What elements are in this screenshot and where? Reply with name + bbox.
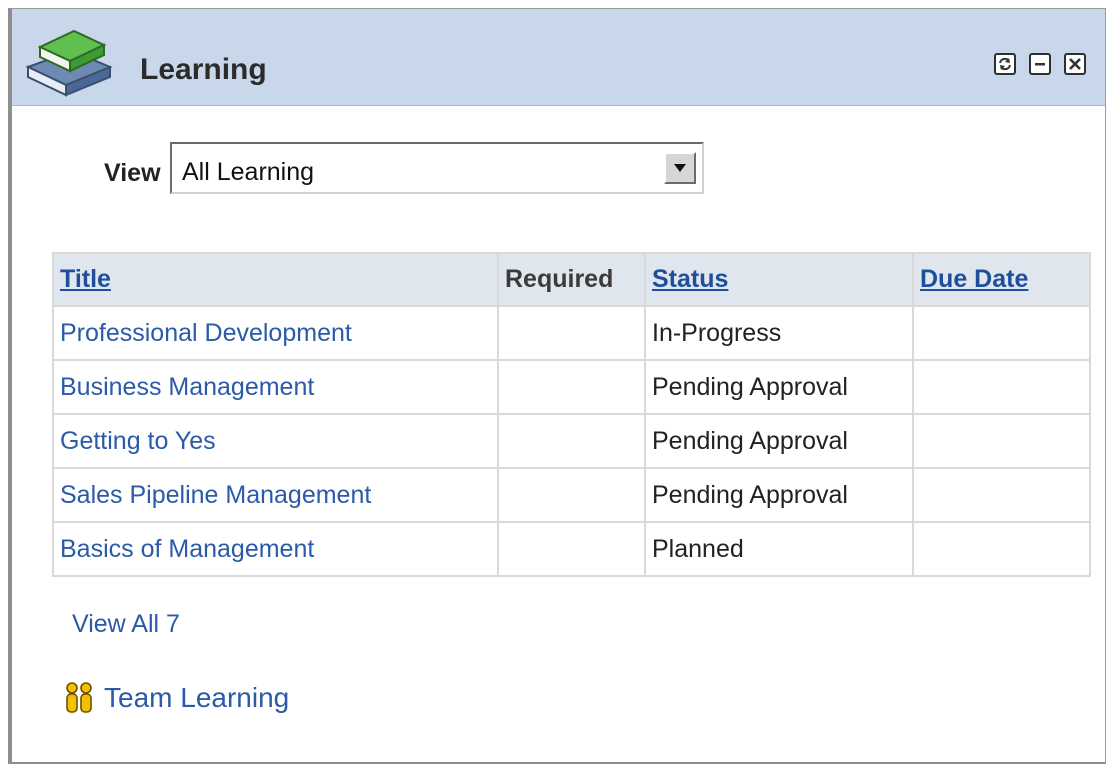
books-icon xyxy=(25,29,113,97)
status-cell: Planned xyxy=(644,521,914,577)
team-icon xyxy=(66,682,92,713)
due-date-cell xyxy=(912,359,1091,415)
close-button[interactable] xyxy=(1064,53,1086,75)
minimize-icon xyxy=(1035,63,1045,66)
table-row: Sales Pipeline Management Pending Approv… xyxy=(52,467,1091,523)
column-header-due-date[interactable]: Due Date xyxy=(912,252,1091,307)
column-header-required: Required xyxy=(497,252,646,307)
view-all-link[interactable]: View All 7 xyxy=(72,610,180,639)
required-cell xyxy=(497,359,646,415)
due-date-cell xyxy=(912,413,1091,469)
status-cell: Pending Approval xyxy=(644,359,914,415)
chevron-down-icon xyxy=(674,164,686,172)
refresh-button[interactable] xyxy=(994,53,1016,75)
required-cell xyxy=(497,413,646,469)
view-select-value: All Learning xyxy=(182,158,315,186)
required-cell xyxy=(497,467,646,523)
learning-title-link[interactable]: Basics of Management xyxy=(52,521,499,577)
status-cell: In-Progress xyxy=(644,305,914,361)
due-date-cell xyxy=(912,521,1091,577)
table-row: Getting to Yes Pending Approval xyxy=(52,413,1091,469)
learning-title-link[interactable]: Business Management xyxy=(52,359,499,415)
learning-title-link[interactable]: Sales Pipeline Management xyxy=(52,467,499,523)
table-header-row: Title Required Status Due Date xyxy=(52,252,1091,307)
view-select-dropdown-button[interactable] xyxy=(664,152,696,184)
learning-title-link[interactable]: Getting to Yes xyxy=(52,413,499,469)
close-icon xyxy=(1069,58,1081,70)
status-cell: Pending Approval xyxy=(644,413,914,469)
team-learning-label: Team Learning xyxy=(104,682,290,713)
table-row: Business Management Pending Approval xyxy=(52,359,1091,415)
column-header-title[interactable]: Title xyxy=(52,252,499,307)
pagelet-title: Learning xyxy=(140,53,267,86)
view-label: View xyxy=(104,159,161,187)
pagelet-header: Learning xyxy=(12,9,1105,106)
view-select[interactable]: All Learning xyxy=(170,142,704,194)
learning-table: Title Required Status Due Date Professio… xyxy=(52,252,1091,577)
due-date-cell xyxy=(912,467,1091,523)
minimize-button[interactable] xyxy=(1029,53,1051,75)
status-cell: Pending Approval xyxy=(644,467,914,523)
table-row: Professional Development In-Progress xyxy=(52,305,1091,361)
due-date-cell xyxy=(912,305,1091,361)
team-learning-link[interactable]: Team Learning xyxy=(64,681,289,715)
learning-title-link[interactable]: Professional Development xyxy=(52,305,499,361)
refresh-icon xyxy=(999,57,1011,71)
table-row: Basics of Management Planned xyxy=(52,521,1091,577)
required-cell xyxy=(497,521,646,577)
column-header-status[interactable]: Status xyxy=(644,252,914,307)
required-cell xyxy=(497,305,646,361)
learning-pagelet: Learning View All Learning Title Require… xyxy=(8,8,1106,764)
